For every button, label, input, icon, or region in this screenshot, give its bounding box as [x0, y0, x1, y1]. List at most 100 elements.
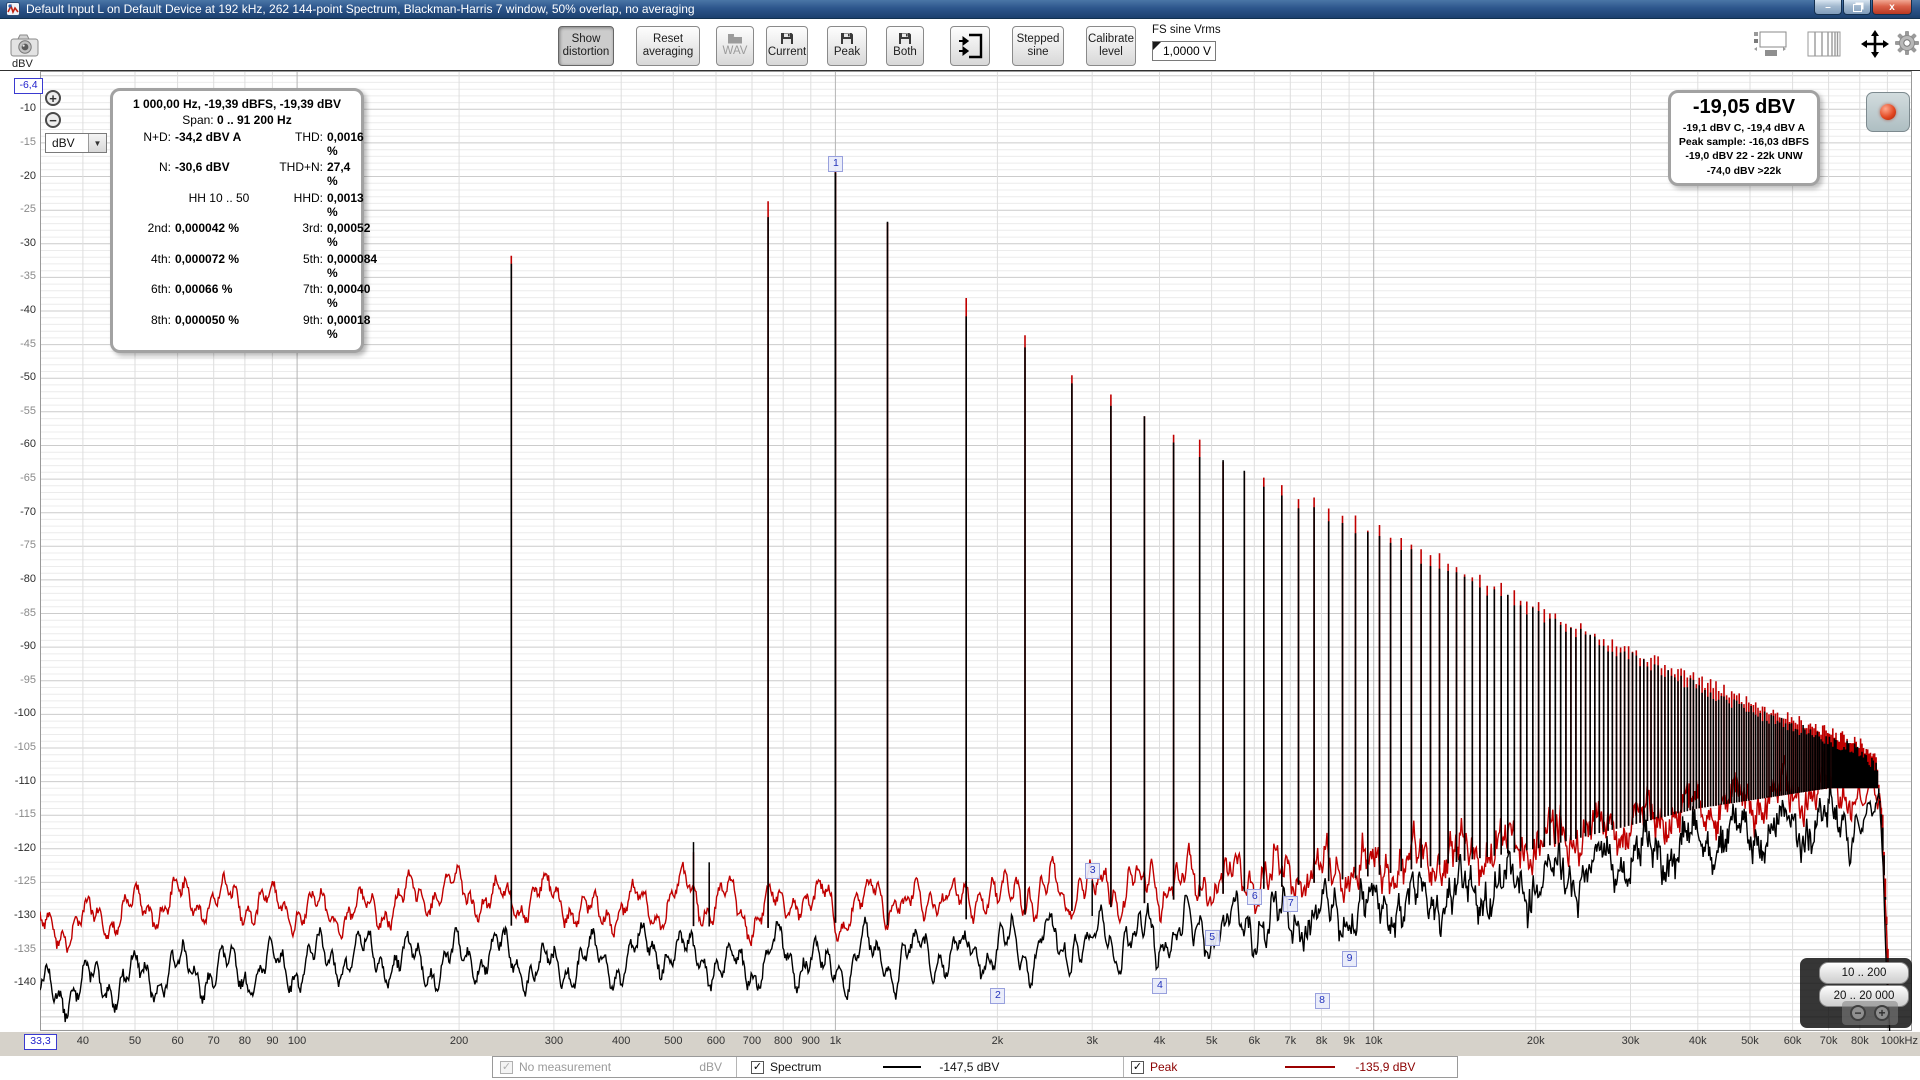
y-tick-label: -20 — [0, 170, 36, 182]
reset-averaging-button[interactable]: Reset averaging — [636, 26, 700, 66]
info-row: HH 10 .. 50 HHD: 0,0013 % — [121, 191, 353, 219]
harmonic-marker-8: 8 — [1315, 993, 1330, 1009]
info-row: 8th: 0,000050 % 9th: 0,00018 % — [121, 313, 353, 341]
toolbar: Show distortion Reset averaging WAV Curr… — [0, 19, 1920, 71]
close-button-icon[interactable]: x — [1872, 0, 1912, 15]
unit-select-dropdown[interactable]: dBV ▼ — [45, 133, 107, 153]
spectrum-analyzer-window: Default Input L on Default Device at 192… — [0, 0, 1920, 1080]
h4-value: 0,000072 % — [175, 252, 263, 280]
calibrate-level-button[interactable]: Calibrate level — [1086, 26, 1136, 66]
info-row: 2nd: 0,000042 % 3rd: 0,00052 % — [121, 221, 353, 249]
mini-zoom-strip: − + — [1842, 1001, 1898, 1025]
x-tick-label: 3k — [1062, 1035, 1122, 1047]
record-button[interactable] — [1866, 92, 1910, 132]
zoom-in-button[interactable]: + — [45, 90, 61, 106]
h7-label: 7th: — [267, 282, 323, 310]
n-value: -30,6 dBV — [175, 160, 263, 188]
h5-label: 5th: — [267, 252, 323, 280]
level-readout-box: -19,05 dBV -19,1 dBV C, -19,4 dBV A Peak… — [1668, 90, 1820, 186]
harmonic-marker-7: 7 — [1283, 896, 1298, 912]
show-distortion-label: Show distortion — [562, 33, 610, 59]
x-zoom-in-button[interactable]: + — [1874, 1005, 1890, 1021]
y-tick-label: -65 — [0, 472, 36, 484]
peak-legend-segment: ✓ Peak -135,9 dBV — [1123, 1057, 1457, 1077]
y-tick-label: -125 — [0, 875, 36, 887]
hhd-value: 0,0013 % — [327, 191, 364, 219]
harmonic-marker-2: 2 — [990, 988, 1005, 1004]
folder-icon — [727, 33, 743, 44]
y-tick-label: -100 — [0, 707, 36, 719]
reset-averaging-label: Reset averaging — [640, 33, 696, 59]
no-measurement-label: No measurement — [519, 1060, 611, 1074]
thd-value: 0,0016 % — [327, 130, 364, 158]
calibrate-level-label: Calibrate level — [1088, 33, 1134, 59]
x-tick-label: 4k — [1129, 1035, 1189, 1047]
save-wav-button[interactable]: WAV — [716, 26, 754, 66]
y-tick-label: -40 — [0, 304, 36, 316]
record-icon — [1880, 104, 1896, 120]
import-signal-button[interactable] — [950, 26, 990, 66]
y-tick-label: -35 — [0, 270, 36, 282]
restore-button-icon[interactable] — [1843, 0, 1871, 15]
nd-label: N+D: — [121, 130, 171, 158]
above-22k-value: -74,0 dBV >22k — [1675, 164, 1813, 178]
save-peak-button[interactable]: Peak — [827, 26, 867, 66]
frequency-bands-icon[interactable] — [1806, 29, 1842, 59]
y-tick-label: -10 — [0, 102, 36, 114]
harmonic-marker-1: 1 — [828, 156, 843, 172]
measurement-unit-label: dBV — [699, 1060, 736, 1074]
h2-label: 2nd: — [121, 221, 171, 249]
scrollbar-view-icon[interactable] — [1753, 29, 1789, 59]
stepped-sine-button[interactable]: Stepped sine — [1012, 26, 1064, 66]
y-tick-label: -120 — [0, 842, 36, 854]
save-both-button[interactable]: Both — [886, 26, 924, 66]
y-tick-label: -135 — [0, 943, 36, 955]
info-row: N+D: -34,2 dBV A THD: 0,0016 % — [121, 130, 353, 158]
h9-label: 9th: — [267, 313, 323, 341]
level-weighted-values: -19,1 dBV C, -19,4 dBV A — [1675, 121, 1813, 135]
range-10-200-button[interactable]: 10 .. 200 — [1819, 962, 1909, 984]
harmonic-marker-3: 3 — [1085, 863, 1100, 879]
legend-bar: ✓ No measurement dBV ✓ Spectrum -147,5 d… — [492, 1056, 1458, 1078]
spectrum-label: Spectrum — [770, 1060, 821, 1074]
x-axis-min-field[interactable]: 33,3 — [24, 1034, 57, 1050]
screenshot-camera-icon[interactable] — [10, 31, 40, 59]
h2-value: 0,000042 % — [175, 221, 263, 249]
fs-sine-vrms-caption: FS sine Vrms — [1152, 24, 1221, 36]
h3-value: 0,00052 % — [327, 221, 370, 249]
y-axis-max-field[interactable]: -6,4 — [14, 78, 43, 94]
import-into-box-icon — [957, 33, 983, 59]
measurement-info-box: 1 000,00 Hz, -19,39 dBFS, -19,39 dBV Spa… — [110, 88, 364, 353]
unit-select-value: dBV — [46, 136, 88, 150]
peak-checkbox[interactable]: ✓ — [1131, 1061, 1144, 1074]
x-zoom-out-button[interactable]: − — [1850, 1005, 1866, 1021]
x-tick-label: 40k — [1668, 1035, 1728, 1047]
h8-value: 0,000050 % — [175, 313, 263, 341]
y-tick-label: -140 — [0, 976, 36, 988]
y-tick-label: -110 — [0, 775, 36, 787]
x-tick-label: 40 — [53, 1035, 113, 1047]
floppy-disk-icon — [780, 32, 794, 45]
minimize-button-icon[interactable]: – — [1814, 0, 1842, 15]
thdn-label: THD+N: — [267, 160, 323, 188]
save-current-button[interactable]: Current — [766, 26, 808, 66]
frequency-range-panel: 10 .. 200 20 .. 20 000 − + — [1800, 958, 1912, 1028]
spectrum-checkbox[interactable]: ✓ — [751, 1061, 764, 1074]
level-main-value: -19,05 dBV — [1675, 96, 1813, 119]
titlebar[interactable]: Default Input L on Default Device at 192… — [0, 0, 1920, 19]
harmonic-marker-6: 6 — [1247, 889, 1262, 905]
restore-icon — [1853, 4, 1862, 12]
spectrum-value: -147,5 dBV — [939, 1060, 999, 1074]
measurement-legend-segment: ✓ No measurement dBV — [493, 1057, 736, 1077]
x-tick-label: 30k — [1601, 1035, 1661, 1047]
settings-gear-icon[interactable] — [1894, 29, 1920, 57]
peak-label: Peak — [1150, 1060, 1177, 1074]
show-distortion-button[interactable]: Show distortion — [558, 26, 614, 66]
h8-label: 8th: — [121, 313, 171, 341]
fs-sine-vrms-input[interactable] — [1152, 41, 1216, 61]
save-wav-label: WAV — [723, 45, 748, 58]
pan-arrows-icon[interactable] — [1856, 29, 1894, 59]
thdn-value: 27,4 % — [327, 160, 353, 188]
zoom-out-button[interactable]: − — [45, 112, 61, 128]
save-peak-label: Peak — [834, 46, 860, 59]
